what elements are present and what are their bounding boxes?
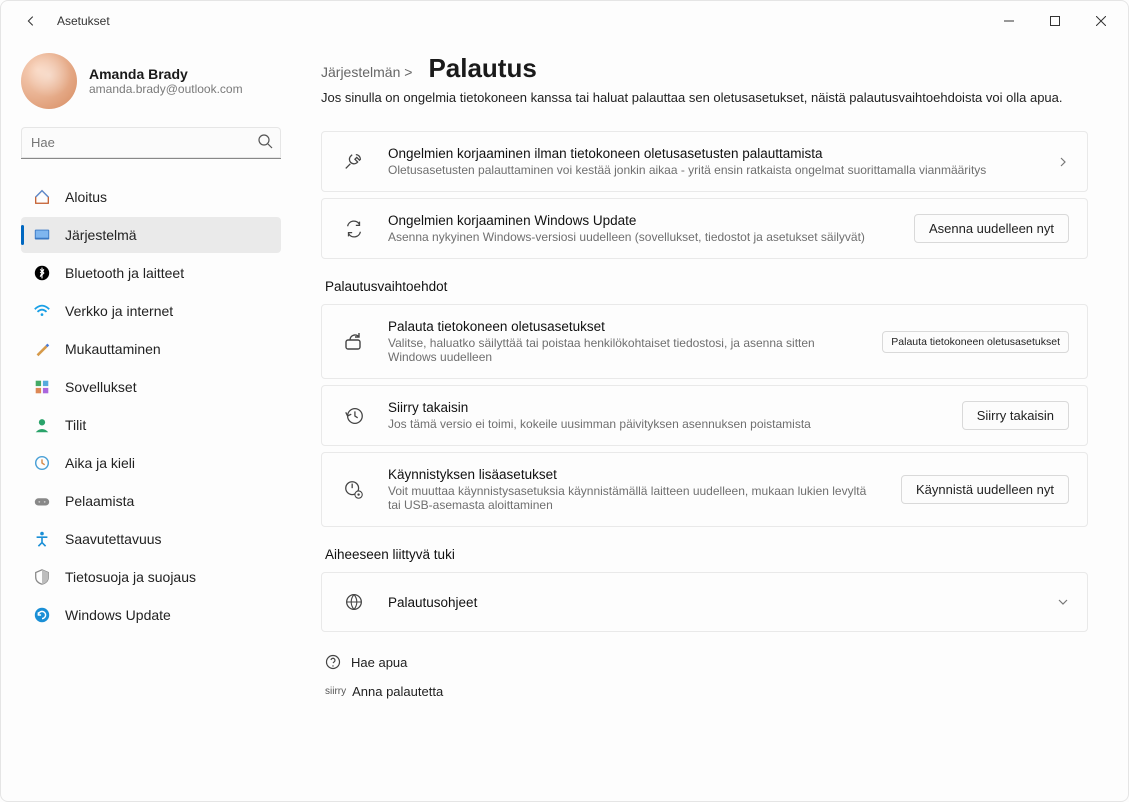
nav-network[interactable]: Verkko ja internet <box>21 293 281 329</box>
card-desc: Oletusasetusten palauttaminen voi kestää… <box>388 163 1037 177</box>
nav-time[interactable]: Aika ja kieli <box>21 445 281 481</box>
card-reset-pc: Palauta tietokoneen oletusasetukset Vali… <box>321 304 1088 379</box>
nav-label: Sovellukset <box>65 379 137 395</box>
nav-home[interactable]: Aloitus <box>21 179 281 215</box>
reset-pc-button[interactable]: Palauta tietokoneen oletusasetukset <box>882 331 1069 353</box>
shield-icon <box>33 568 51 586</box>
breadcrumb-parent[interactable]: Järjestelmän > <box>321 64 412 80</box>
nav-label: Aika ja kieli <box>65 455 135 471</box>
update-icon <box>33 606 51 624</box>
card-recovery-help[interactable]: Palautusohjeet <box>321 572 1088 632</box>
history-icon <box>340 405 368 427</box>
section-recovery-title: Palautusvaihtoehdot <box>325 279 1088 294</box>
sync-icon <box>340 218 368 240</box>
brush-icon <box>33 340 51 358</box>
card-desc: Voit muuttaa käynnistysasetuksia käynnis… <box>388 484 881 512</box>
nav-gaming[interactable]: Pelaamista <box>21 483 281 519</box>
minimize-button[interactable] <box>986 1 1032 41</box>
card-title: Käynnistyksen lisäasetukset <box>388 467 881 482</box>
nav-label: Verkko ja internet <box>65 303 173 319</box>
globe-icon <box>340 591 368 613</box>
nav-label: Windows Update <box>65 607 171 623</box>
nav-bluetooth[interactable]: Bluetooth ja laitteet <box>21 255 281 291</box>
card-advanced-startup: Käynnistyksen lisäasetukset Voit muuttaa… <box>321 452 1088 527</box>
restart-now-button[interactable]: Käynnistä uudelleen nyt <box>901 475 1069 504</box>
card-title: Ongelmien korjaaminen ilman tietokoneen … <box>388 146 1037 161</box>
system-icon <box>33 226 51 244</box>
card-title: Siirry takaisin <box>388 400 942 415</box>
nav-label: Tilit <box>65 417 86 433</box>
gamepad-icon <box>33 492 51 510</box>
profile-email: amanda.brady@outlook.com <box>89 82 243 96</box>
reset-pc-icon <box>340 330 368 354</box>
nav-privacy[interactable]: Tietosuoja ja suojaus <box>21 559 281 595</box>
chevron-down-icon <box>1057 596 1069 608</box>
profile-block[interactable]: Amanda Brady amanda.brady@outlook.com <box>21 53 281 109</box>
card-windows-update-fix: Ongelmien korjaaminen Windows Update Ase… <box>321 198 1088 259</box>
window-title: Asetukset <box>57 14 110 28</box>
card-desc: Jos tämä versio ei toimi, kokeile uusimm… <box>388 417 942 431</box>
nav-accounts[interactable]: Tilit <box>21 407 281 443</box>
power-gear-icon <box>340 479 368 501</box>
home-icon <box>33 188 51 206</box>
breadcrumb: Järjestelmän > Palautus <box>321 53 1088 84</box>
search-input[interactable] <box>21 127 281 159</box>
card-desc: Valitse, haluatko säilyttää tai poistaa … <box>388 336 862 364</box>
nav-label: Bluetooth ja laitteet <box>65 265 184 281</box>
back-button[interactable] <box>19 9 43 33</box>
close-button[interactable] <box>1078 1 1124 41</box>
profile-name: Amanda Brady <box>89 66 243 82</box>
nav-label: Järjestelmä <box>65 227 137 243</box>
apps-icon <box>33 378 51 396</box>
avatar <box>21 53 77 109</box>
search-icon <box>257 133 273 149</box>
nav-update[interactable]: Windows Update <box>21 597 281 633</box>
person-icon <box>33 416 51 434</box>
feedback-prefix: siirry <box>325 686 346 697</box>
wifi-icon <box>33 302 51 320</box>
wrench-icon <box>340 151 368 173</box>
feedback-label: Anna palautetta <box>352 684 443 699</box>
nav-label: Aloitus <box>65 189 107 205</box>
nav-label: Mukauttaminen <box>65 341 161 357</box>
maximize-button[interactable] <box>1032 1 1078 41</box>
give-feedback-link[interactable]: siirry Anna palautetta <box>325 684 1088 699</box>
nav-apps[interactable]: Sovellukset <box>21 369 281 405</box>
chevron-right-icon <box>1057 156 1069 168</box>
card-troubleshoot[interactable]: Ongelmien korjaaminen ilman tietokoneen … <box>321 131 1088 192</box>
card-title: Ongelmien korjaaminen Windows Update <box>388 213 894 228</box>
card-title: Palautusohjeet <box>388 595 1037 610</box>
nav-personalization[interactable]: Mukauttaminen <box>21 331 281 367</box>
card-title: Palauta tietokoneen oletusasetukset <box>388 319 862 334</box>
help-icon <box>325 654 341 670</box>
section-support-title: Aiheeseen liittyvä tuki <box>325 547 1088 562</box>
nav-system[interactable]: Järjestelmä <box>21 217 281 253</box>
card-desc: Asenna nykyinen Windows-versiosi uudelle… <box>388 230 894 244</box>
accessibility-icon <box>33 530 51 548</box>
nav-label: Tietosuoja ja suojaus <box>65 569 196 585</box>
nav-label: Saavutettavuus <box>65 531 162 547</box>
clock-icon <box>33 454 51 472</box>
bluetooth-icon <box>33 264 51 282</box>
go-back-button[interactable]: Siirry takaisin <box>962 401 1069 430</box>
nav-accessibility[interactable]: Saavutettavuus <box>21 521 281 557</box>
get-help-label: Hae apua <box>351 655 407 670</box>
reinstall-now-button[interactable]: Asenna uudelleen nyt <box>914 214 1069 243</box>
nav-label: Pelaamista <box>65 493 134 509</box>
intro-text: Jos sinulla on ongelmia tietokoneen kans… <box>321 90 1088 105</box>
get-help-link[interactable]: Hae apua <box>325 654 1088 670</box>
page-title: Palautus <box>428 53 536 84</box>
card-go-back: Siirry takaisin Jos tämä versio ei toimi… <box>321 385 1088 446</box>
